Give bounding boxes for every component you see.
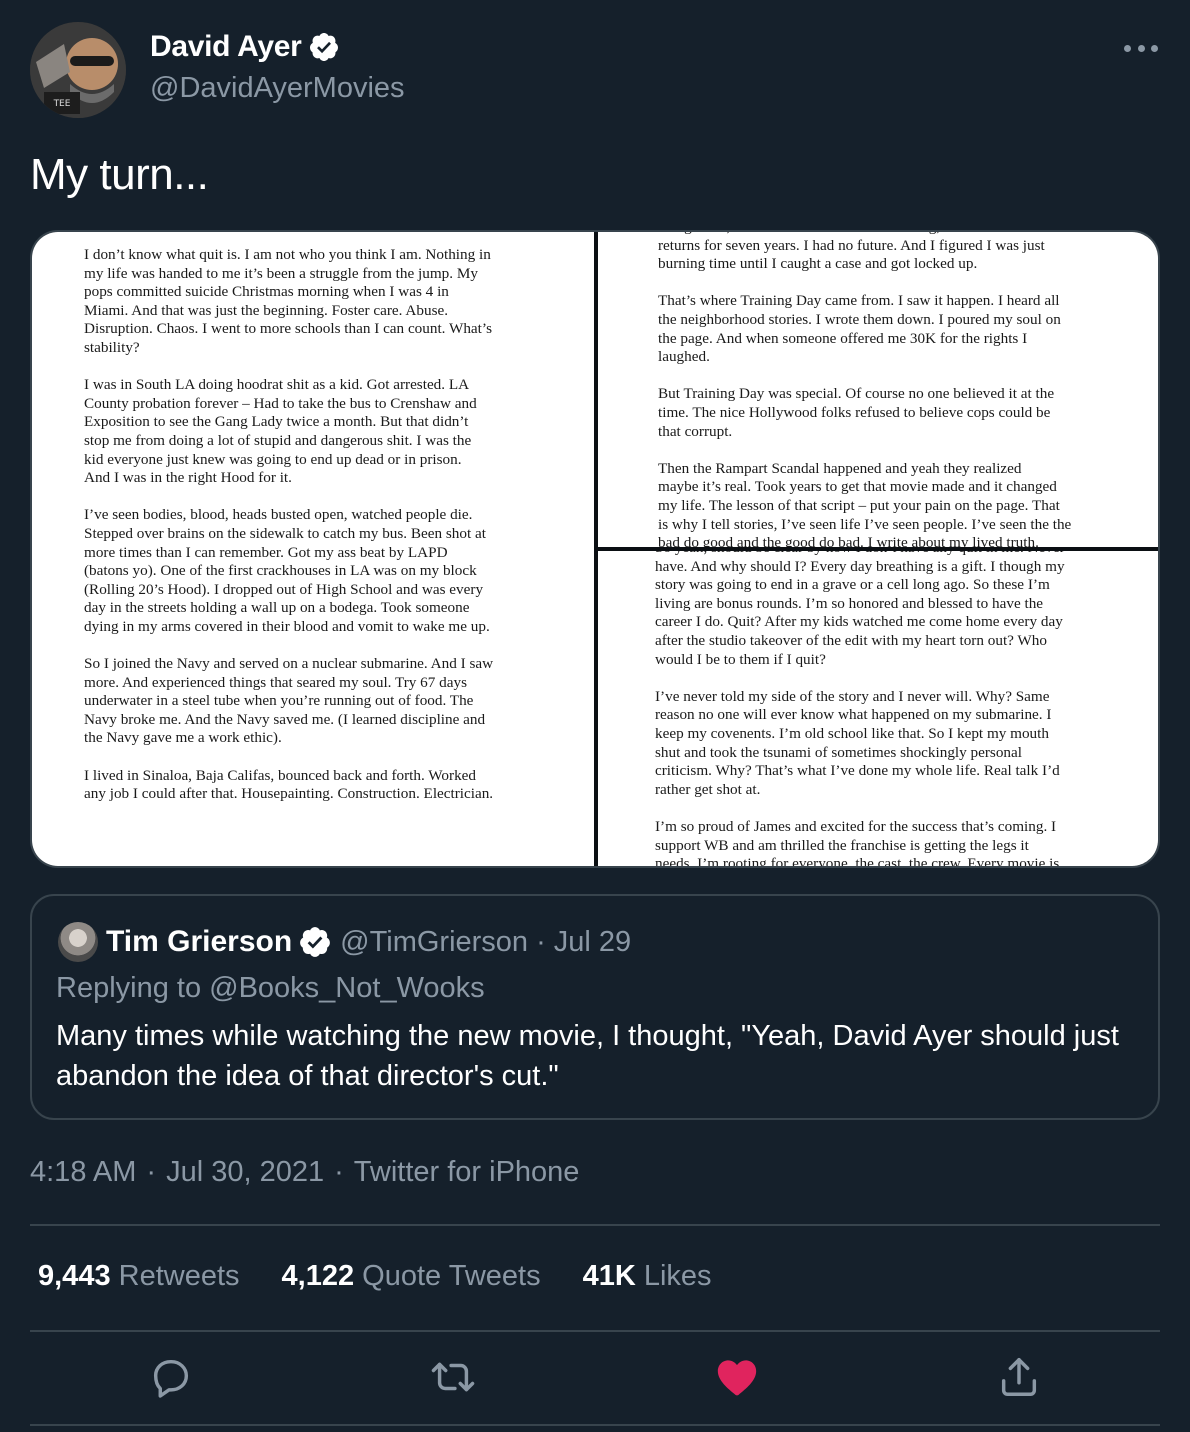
author-display-name[interactable]: David Ayer: [150, 30, 302, 64]
more-dot: [1151, 44, 1158, 52]
reply-icon[interactable]: [148, 1354, 194, 1400]
retweet-icon[interactable]: [430, 1354, 476, 1400]
quoted-tweet-header: Tim Grierson @TimGrierson · Jul 29: [106, 922, 631, 962]
divider: [30, 1224, 1160, 1226]
quoted-tweet-text: Many times while watching the new movie,…: [56, 1020, 1119, 1092]
tweet-actions: [0, 1354, 1190, 1404]
left-paragraph: I was in South LA doing hoodrat shit as …: [84, 376, 477, 487]
retweets-label: Retweets: [118, 1260, 240, 1292]
author-name-row: David Ayer: [150, 30, 340, 64]
tweet-detail-page: TEE David Ayer @DavidAyerMovies My turn.…: [0, 0, 1190, 1432]
retweets-stat[interactable]: 9,443 Retweets: [38, 1260, 240, 1293]
top-right-paragraph: Then the Rampart Scandal happened and ye…: [658, 459, 1072, 547]
tweet-source[interactable]: Twitter for iPhone: [354, 1156, 580, 1189]
bottom-right-paragraph: I’m so proud of James and excited for th…: [655, 817, 1060, 868]
quoted-author-name[interactable]: Tim Grierson: [106, 925, 292, 959]
svg-text:TEE: TEE: [53, 99, 71, 109]
more-options-icon[interactable]: [1124, 36, 1158, 60]
likes-count: 41K: [582, 1260, 636, 1292]
quoted-separator: ·: [536, 925, 546, 958]
tweet-time[interactable]: 4:18 AM: [30, 1156, 136, 1189]
retweets-count: 9,443: [38, 1260, 111, 1292]
quoted-tweet-date[interactable]: Jul 29: [554, 926, 631, 959]
bottom-right-paragraph: I’ve never told my side of the story and…: [655, 687, 1060, 798]
tweet-date[interactable]: Jul 30, 2021: [166, 1156, 324, 1189]
bottom-right-paragraph: So yeah, should be clear by now I don’t …: [655, 551, 1065, 668]
more-dot: [1124, 44, 1131, 52]
avatar-photo-icon: TEE: [30, 22, 126, 118]
meta-separator: ·: [146, 1156, 157, 1188]
quoted-author-handle[interactable]: @TimGrierson: [340, 926, 528, 959]
verified-badge-icon: [300, 927, 331, 957]
divider: [30, 1330, 1160, 1332]
heart-icon[interactable]: [714, 1354, 760, 1400]
author-handle[interactable]: @DavidAyerMovies: [150, 72, 405, 105]
media-image-bottom-right[interactable]: So yeah, should be clear by now I don’t …: [598, 551, 1158, 868]
left-paragraph: So I joined the Navy and served on a nuc…: [84, 655, 494, 747]
left-paragraph: I don’t know what quit is. I am not who …: [84, 246, 493, 356]
top-right-paragraph: refrigerator, I didn’t have a bed. I had…: [658, 232, 1045, 273]
author-avatar[interactable]: TEE: [30, 22, 126, 118]
divider: [30, 1424, 1160, 1426]
verified-badge-icon: [309, 33, 338, 61]
top-right-paragraph: That’s where Training Day came from. I s…: [658, 292, 1061, 366]
tweet-text: My turn...: [30, 150, 209, 199]
likes-label: Likes: [643, 1260, 712, 1292]
media-image-top-right[interactable]: refrigerator, I didn’t have a bed. I had…: [598, 232, 1158, 547]
tweet-media-grid[interactable]: I don’t know what quit is. I am not who …: [30, 230, 1160, 868]
quoted-author-avatar[interactable]: [58, 922, 98, 962]
top-right-paragraph: But Training Day was special. Of course …: [658, 385, 1055, 440]
left-paragraph: I’ve seen bodies, blood, heads busted op…: [84, 506, 490, 635]
likes-stat[interactable]: 41K Likes: [583, 1260, 712, 1293]
meta-separator: ·: [334, 1156, 344, 1188]
media-image-left[interactable]: I don’t know what quit is. I am not who …: [32, 232, 594, 866]
more-dot: [1137, 44, 1145, 52]
tweet-stats: 9,443 Retweets 4,122 Quote Tweets 41K Li…: [38, 1260, 754, 1293]
left-paragraph: I lived in Sinaloa, Baja Califas, bounce…: [84, 766, 494, 803]
quoted-tweet[interactable]: Tim Grierson @TimGrierson · Jul 29 Reply…: [30, 894, 1160, 1120]
quote-tweets-stat[interactable]: 4,122 Quote Tweets: [282, 1260, 541, 1293]
quote-tweets-label: Quote Tweets: [362, 1260, 541, 1292]
quoted-replying-to: Replying to @Books_Not_Wooks: [56, 972, 485, 1004]
quote-tweets-count: 4,122: [281, 1260, 355, 1292]
tweet-metadata: 4:18 AM · Jul 30, 2021 · Twitter for iPh…: [30, 1156, 579, 1189]
share-icon[interactable]: [996, 1354, 1042, 1400]
